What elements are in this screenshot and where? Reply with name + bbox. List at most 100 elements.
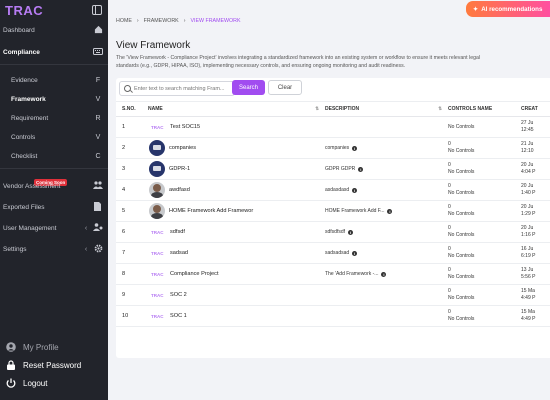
sidebar-item-compliance[interactable]: Compliance [3,44,105,60]
framework-name[interactable]: sadsad [170,250,188,256]
cell-name[interactable]: companies [148,137,325,159]
sidebar-item-requirement[interactable]: Requirement R [11,110,105,126]
framework-name[interactable]: Compliance Project [170,271,219,277]
controls-count: 0 [448,246,451,252]
info-icon[interactable]: i [348,229,354,235]
table-row[interactable]: 10 TRAC SOC 1 0 No Controls 15 Ma 4:49 P [116,305,550,327]
trac-logo-icon: TRAC [151,313,164,319]
controls-cell: 0 No Controls [448,309,521,323]
organization-logo-icon [149,161,165,177]
created-time: 5:56 P [521,274,536,280]
info-icon[interactable]: i [352,145,358,151]
table-row[interactable]: 4 awdfasd asdasdasd i 0 No Controls 20 Ju 1:40 … [116,179,550,201]
sidebar-item-label: User Management [3,224,57,232]
sidebar-logout[interactable]: Logout [6,376,102,390]
description-cell: companies i [325,145,448,151]
user-circle-icon [6,342,16,352]
name-cell: companies [148,140,325,156]
sort-icon[interactable]: ⇅ [315,106,319,112]
cell-name[interactable]: TRAC SOC 2 [148,284,325,306]
sidebar-item-checklist[interactable]: Checklist C [11,148,105,164]
search-button[interactable]: Search [232,80,265,95]
description-cell: asdasdasd i [325,187,448,193]
sidebar-item-framework[interactable]: Framework V [11,91,105,107]
framework-name[interactable]: SOC 1 [170,313,187,319]
framework-name[interactable]: GDPR-1 [169,166,190,172]
cell-name[interactable]: TRAC sdfsdf [148,221,325,243]
clear-button[interactable]: Clear [268,80,302,95]
search-input[interactable] [134,85,234,92]
keyboard-icon [91,47,105,57]
brand-logo[interactable]: TRAC [5,3,43,18]
created-time: 6:19 P [521,253,536,259]
info-icon[interactable]: i [387,208,393,214]
table-row[interactable]: 5 HOME Framework Add Framewor HOME Framewo… [116,200,550,222]
table-row[interactable]: 2 companies companies i 0 No Controls 21 Ju 12:… [116,137,550,159]
description-line-1: The 'View Framework - Compliance Project… [116,55,481,61]
cell-sno: 8 [116,263,148,285]
sort-icon[interactable]: ⇅ [438,106,442,112]
shortcut-key: C [95,152,101,160]
column-header-created[interactable]: CREAT [521,101,550,117]
cell-name[interactable]: TRAC SOC 1 [148,305,325,327]
cell-created: 20 Ju 1:40 P [521,179,550,201]
framework-description: asdasdasd [325,187,350,193]
sidebar-collapse-icon[interactable] [92,5,102,15]
table-row[interactable]: 3 GDPR-1 GDPR GDPR i 0 No Controls 20 Ju 4:04 P [116,158,550,180]
column-header-description[interactable]: DESCRIPTION ⇅ [325,101,448,117]
framework-description: sadsadsad [325,250,350,256]
cell-name[interactable]: TRAC Test SOC15 [148,116,325,138]
info-icon[interactable]: i [358,166,364,172]
table-row[interactable]: 1 TRAC Test SOC15 No Controls 27 Ju 12:45 [116,116,550,138]
framework-name[interactable]: sdfsdf [170,229,185,235]
lock-icon [6,360,16,370]
table-row[interactable]: 7 TRAC sadsad sadsadsad i 0 No Controls 16 Ju 6:… [116,242,550,264]
created-date: 15 Ma [521,309,535,315]
framework-name[interactable]: SOC 2 [170,292,187,298]
controls-cell: 0 No Controls [448,204,521,218]
sidebar-item-evidence[interactable]: Evidence F [11,72,105,88]
created-time: 1:16 P [521,232,536,238]
controls-count: 0 [448,267,451,273]
sidebar-my-profile[interactable]: My Profile [6,340,102,354]
created-date: 20 Ju [521,183,534,189]
controls-cell: 0 No Controls [448,162,521,176]
created-cell: 16 Ju 6:19 P [521,246,550,260]
created-date: 20 Ju [521,204,534,210]
cell-name[interactable]: HOME Framework Add Framewor [148,200,325,222]
column-header-label: S.NO. [122,106,136,112]
sidebar-divider [0,168,108,169]
breadcrumb-framework[interactable]: FRAMEWORK [144,18,179,24]
cell-name[interactable]: awdfasd [148,179,325,201]
sidebar-item-label: Framework [11,95,46,103]
info-icon[interactable]: i [352,187,358,193]
sidebar-reset-password[interactable]: Reset Password [6,358,102,372]
column-header-name[interactable]: NAME ⇅ [148,101,325,117]
table-row[interactable]: 6 TRAC sdfsdf sdfsdfsdf i 0 No Controls 20 Ju 1:… [116,221,550,243]
sidebar-item-settings[interactable]: Settings ‹ [3,241,105,257]
ai-recommendations-button[interactable]: ✦ AI recommendations [466,1,550,17]
table-row[interactable]: 8 TRAC Compliance Project The 'Add Framewor… [116,263,550,285]
framework-name[interactable]: HOME Framework Add Framewor [169,208,253,214]
page-title: View Framework [116,40,191,51]
cell-controls: 0 No Controls [448,305,521,327]
table-row[interactable]: 9 TRAC SOC 2 0 No Controls 15 Ma 4:49 P [116,284,550,306]
sidebar-item-vendor-assessment[interactable]: Vendor Assessment [3,178,105,194]
sidebar-item-dashboard[interactable]: Dashboard [3,22,105,38]
info-icon[interactable]: i [352,250,358,256]
framework-name[interactable]: awdfasd [169,187,190,193]
page-description: The 'View Framework - Compliance Project… [116,54,550,70]
cell-name[interactable]: GDPR-1 [148,158,325,180]
sidebar-item-user-management[interactable]: User Management ‹ [3,220,105,236]
framework-name[interactable]: companies [169,145,196,151]
created-date: 21 Ju [521,141,534,147]
cell-name[interactable]: TRAC sadsad [148,242,325,264]
sidebar-item-controls[interactable]: Controls V [11,129,105,145]
breadcrumb-home[interactable]: HOME [116,18,132,24]
sidebar-item-exported-files[interactable]: Exported Files [3,199,105,215]
cell-name[interactable]: TRAC Compliance Project [148,263,325,285]
my-profile-label: My Profile [23,342,59,352]
cell-created: 16 Ju 6:19 P [521,242,550,264]
info-icon[interactable]: i [381,271,387,277]
framework-name[interactable]: Test SOC15 [170,124,200,130]
